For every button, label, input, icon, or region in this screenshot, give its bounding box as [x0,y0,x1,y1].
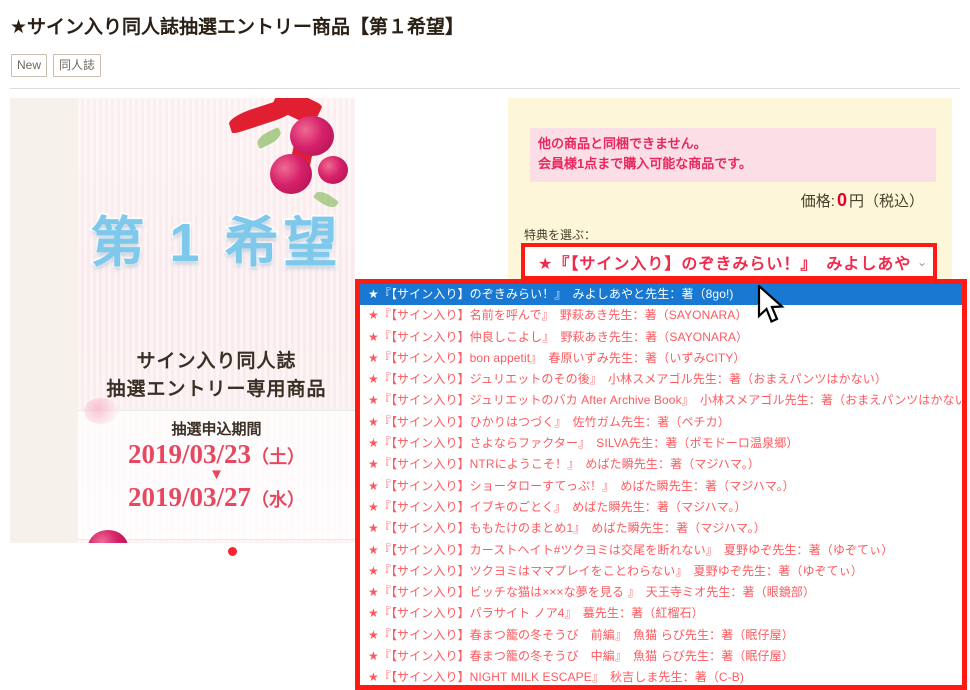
petal-decor [84,398,118,424]
entry-period-end-date: 2019/03/27 [127,481,251,512]
dropdown-option[interactable]: ★『【サイン入り】カーストヘイト#ツクヨミは交尾を断れない』 夏野ゆぞ先生：著（… [360,540,962,561]
entry-period-panel: 抽選申込期間 2019/03/23（土） ▼ 2019/03/27（水） [78,410,355,540]
dropdown-option[interactable]: ★『【サイン入り】ビッチな猫は×××な夢を見る 』 天王寺ミオ先生：著（眼鏡部） [360,582,962,603]
dropdown-option[interactable]: ★『【サイン入り】ジュリエットのその後』 小林スメアゴル先生：著（おまえパンツは… [360,369,962,390]
price-label: 価格: [800,193,835,210]
dropdown-option[interactable]: ★『【サイン入り】のぞきみらい！』 みよしあやと先生：著（8go!) [360,284,962,306]
flower-decor [318,156,348,184]
product-image-subtitle-line2: 抽選エントリー専用商品 [106,378,327,400]
entry-period-label: 抽選申込期間 [171,421,262,438]
dropdown-option[interactable]: ★『【サイン入り】名前を呼んで』 野萩あき先生：著（SAYONARA） [360,305,962,326]
price-amount: 0 [836,190,847,210]
benefit-select-label: 特典を選ぶ： [524,228,597,242]
dropdown-option[interactable]: ★『【サイン入り】ツクヨミはママプレイをことわらない』 夏野ゆぞ先生：著（ゆぞて… [360,561,962,582]
badge-new: New [11,54,48,77]
dropdown-option[interactable]: ★『【サイン入り】春まつ籠の冬そうび 中編』 魚猫 らび先生：著（眠仔屋） [360,646,962,667]
carousel-dot-1[interactable] [228,547,237,556]
price-unit: 円（税込） [848,193,924,210]
dropdown-option[interactable]: ★『【サイン入り】ひかりはつづく』 佐竹ガム先生：著（ペチカ） [360,412,962,433]
notice-line-2: 会員様1点まで購入可能な商品です。 [538,156,752,172]
flower-decor [270,154,312,194]
benefit-select-value: ★『【サイン入り】のぞきみらい！』 みよしあや [538,255,911,273]
benefit-select-dropdown[interactable]: ★『【サイン入り】のぞきみらい！』 みよしあやと先生：著（8go!) ★『【サイン… [355,279,967,690]
dropdown-option[interactable]: ★『【サイン入り】ショータローすてっぷ！』 めばた瞬先生：著（マジハマ。） [360,476,962,497]
product-image-subtitle: サイン入り同人誌 抽選エントリー専用商品 [78,348,355,403]
badge-category: 同人誌 [53,54,102,77]
product-image-area[interactable]: 第 1 希望 サイン入り同人誌 抽選エントリー専用商品 抽選申込期間 2019/… [10,98,355,543]
price-row: 価格: 0 円（税込） [801,190,924,211]
product-image-main-text: 第 1 希望 [89,212,343,275]
dropdown-option[interactable]: ★『【サイン入り】bon appetit』 春原いずみ先生：著（いずみCITY） [360,348,962,369]
dropdown-option[interactable]: ★『【サイン入り】イブキのごとく』 めばた瞬先生：著（マジハマ。） [360,497,962,518]
period-arrow-icon: ▼ [209,466,224,484]
chevron-down-icon: ⌄ [916,254,928,269]
page-title: ★サイン入り同人誌抽選エントリー商品【第１希望】 [10,17,465,38]
product-image-subtitle-line1: サイン入り同人誌 [136,351,297,372]
dropdown-option[interactable]: ★『【サイン入り】NTRにようこそ！』 めばた瞬先生：著（マジハマ。） [360,454,962,475]
dropdown-option[interactable]: ★『【サイン入り】NIGHT MILK ESCAPE』 秋吉しま先生：著（C-B… [360,667,962,685]
badge-row: New 同人誌 [11,54,102,77]
entry-period-start-weekday: （土） [251,447,305,467]
entry-period-start: 2019/03/23（土） [78,439,355,469]
notice-box: 他の商品と同梱できません。 会員様1点まで購入可能な商品です。 [530,128,936,183]
dropdown-option[interactable]: ★『【サイン入り】ももたけのまとめ1』 めばた瞬先生：著（マジハマ。） [360,518,962,539]
entry-period-start-date: 2019/03/23 [127,439,251,469]
entry-period-end-weekday: （水） [251,489,305,510]
header-divider [10,88,960,89]
benefit-select[interactable]: ★『【サイン入り】のぞきみらい！』 みよしあや ⌄ [521,243,937,280]
entry-period-end: 2019/03/27（水） [78,482,355,512]
dropdown-option[interactable]: ★『【サイン入り】ジュリエットのバカ After Archive Book』 小… [360,390,962,411]
dropdown-option-list: ★『【サイン入り】のぞきみらい！』 みよしあやと先生：著（8go!) ★『【サイン… [360,284,962,685]
notice-line-1: 他の商品と同梱できません。 [538,136,707,151]
dropdown-option[interactable]: ★『【サイン入り】さよならファクター』 SILVA先生：著（ポモドーロ温泉郷） [360,433,962,454]
product-image[interactable]: 第 1 希望 サイン入り同人誌 抽選エントリー専用商品 抽選申込期間 2019/… [78,98,355,543]
dropdown-option[interactable]: ★『【サイン入り】仲良しこよし』 野萩あき先生：著（SAYONARA） [360,327,962,348]
dropdown-option[interactable]: ★『【サイン入り】春まつ籠の冬そうび 前編』 魚猫 らび先生：著（眠仔屋） [360,625,962,646]
dropdown-option[interactable]: ★『【サイン入り】パラサイト ノア4』 蟇先生：著（紅榴石） [360,603,962,624]
flower-decor [290,116,334,156]
